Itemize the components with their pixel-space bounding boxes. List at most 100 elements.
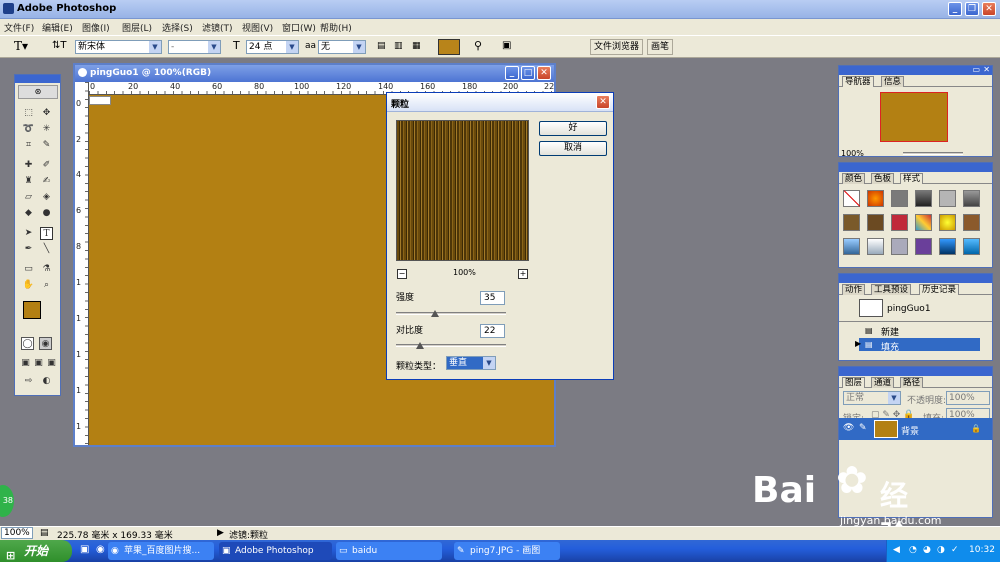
snapshot-name[interactable]: pingGuo1 bbox=[887, 304, 931, 314]
style-swatch[interactable] bbox=[867, 190, 884, 207]
standard-mode-icon[interactable]: ◯ bbox=[21, 337, 34, 350]
layer-name[interactable]: 背景 bbox=[901, 424, 919, 437]
intensity-slider[interactable] bbox=[396, 312, 506, 315]
navigator-thumbnail[interactable] bbox=[880, 92, 948, 142]
start-button[interactable]: ⊞ 开始 bbox=[0, 540, 72, 562]
menu-filter[interactable]: 滤镜(T) bbox=[202, 21, 233, 34]
path-select-icon[interactable]: ➤ bbox=[22, 227, 35, 240]
history-item-new[interactable]: 新建 bbox=[881, 325, 899, 338]
menu-file[interactable]: 文件(F) bbox=[4, 21, 34, 34]
zoom-in-icon[interactable]: + bbox=[518, 269, 528, 279]
clock[interactable]: 10:32 bbox=[969, 545, 995, 555]
style-swatch[interactable] bbox=[963, 214, 980, 231]
menu-layer[interactable]: 图层(L) bbox=[122, 21, 152, 34]
stamp-icon[interactable]: ♜ bbox=[22, 175, 35, 188]
move-icon[interactable]: ✥ bbox=[40, 107, 53, 120]
marquee-icon[interactable]: ⬚ bbox=[22, 107, 35, 120]
filter-preview[interactable] bbox=[396, 120, 529, 261]
lasso-icon[interactable]: ➰ bbox=[22, 123, 35, 136]
contrast-input[interactable]: 22 bbox=[480, 324, 505, 338]
style-swatch[interactable] bbox=[843, 214, 860, 231]
notes-icon[interactable]: ▭ bbox=[22, 263, 35, 276]
status-arrow-icon[interactable]: ▶ bbox=[217, 528, 224, 538]
task-paint[interactable]: ✎ ping7.JPG - 画图 bbox=[454, 542, 560, 560]
menu-help[interactable]: 帮助(H) bbox=[320, 21, 352, 34]
navigator-zoom[interactable]: 100% bbox=[841, 149, 864, 158]
eyedropper-icon[interactable]: ⚗ bbox=[40, 263, 53, 276]
jump-to-imageready-icon[interactable]: ⇨ bbox=[22, 375, 35, 388]
opacity-input[interactable]: 100% bbox=[946, 391, 990, 405]
imageready-icon[interactable]: ◐ bbox=[40, 375, 53, 388]
text-color-swatch[interactable] bbox=[438, 39, 460, 55]
palettes-icon[interactable]: ▣ bbox=[502, 40, 511, 51]
menu-view[interactable]: 视图(V) bbox=[242, 21, 273, 34]
style-swatch[interactable] bbox=[963, 238, 980, 255]
style-swatch[interactable] bbox=[939, 190, 956, 207]
hand-icon[interactable]: ✋ bbox=[22, 279, 35, 292]
grain-type-select[interactable]: 垂直 ▼ bbox=[446, 356, 496, 370]
menu-image[interactable]: 图像(I) bbox=[82, 21, 110, 34]
dodge-icon[interactable]: ● bbox=[40, 207, 53, 220]
close-icon[interactable]: ✕ bbox=[982, 2, 996, 16]
style-swatch-none[interactable] bbox=[843, 190, 861, 207]
quickmask-mode-icon[interactable]: ◉ bbox=[39, 337, 52, 350]
style-swatch[interactable] bbox=[843, 238, 860, 255]
font-family-select[interactable]: 新宋体 ▼ bbox=[75, 40, 162, 54]
tab-swatches[interactable]: 色板 bbox=[871, 173, 895, 184]
brushes-tab[interactable]: 画笔 bbox=[647, 39, 674, 55]
orientation-icon[interactable]: ⇅T bbox=[52, 40, 67, 51]
contrast-slider-thumb[interactable] bbox=[416, 342, 425, 349]
tray-icon[interactable]: ◑ bbox=[937, 545, 945, 555]
zoom-icon[interactable]: ⌕ bbox=[40, 279, 53, 292]
minimize-icon[interactable]: _ bbox=[948, 2, 962, 16]
task-photoshop[interactable]: ▣ Adobe Photoshop bbox=[219, 542, 332, 560]
brush-link-icon[interactable]: ✎ bbox=[859, 423, 867, 433]
doc-maximize-icon[interactable]: □ bbox=[521, 66, 535, 80]
screen-mode-2-icon[interactable]: ▣ bbox=[32, 357, 45, 370]
restore-icon[interactable]: ❐ bbox=[965, 2, 979, 16]
blur-icon[interactable]: ◆ bbox=[22, 207, 35, 220]
tray-icon[interactable]: ◔ bbox=[909, 545, 917, 555]
style-swatch[interactable] bbox=[891, 190, 908, 207]
tab-info[interactable]: 信息 bbox=[881, 76, 905, 87]
tab-history[interactable]: 历史记录 bbox=[919, 284, 960, 295]
panel-close-icon[interactable]: ✕ bbox=[983, 65, 990, 74]
style-swatch[interactable] bbox=[891, 214, 908, 231]
pen-icon[interactable]: ✒ bbox=[22, 243, 35, 256]
style-swatch[interactable] bbox=[915, 214, 932, 231]
type-icon[interactable]: T bbox=[40, 227, 53, 240]
zoom-field[interactable]: 100% bbox=[1, 527, 33, 539]
adobe-online-icon[interactable]: ⊛ bbox=[18, 85, 58, 99]
style-swatch[interactable] bbox=[867, 214, 884, 231]
font-style-select[interactable]: - ▼ bbox=[168, 40, 221, 54]
dialog-close-icon[interactable]: ✕ bbox=[596, 95, 610, 109]
style-swatch[interactable] bbox=[963, 190, 980, 207]
style-swatch[interactable] bbox=[867, 238, 884, 255]
blend-mode-select[interactable]: 正常 ▼ bbox=[843, 391, 901, 405]
align-right-icon[interactable]: ▦ bbox=[412, 41, 421, 51]
doc-close-icon[interactable]: ✕ bbox=[537, 66, 551, 80]
task-browser[interactable]: ◉ 苹果_百度图片搜... bbox=[108, 542, 214, 560]
tab-paths[interactable]: 路径 bbox=[900, 377, 924, 388]
tab-navigator[interactable]: 导航器 bbox=[842, 76, 874, 87]
tray-icon[interactable]: ◕ bbox=[923, 545, 931, 555]
tab-channels[interactable]: 通道 bbox=[871, 377, 895, 388]
align-center-icon[interactable]: ▥ bbox=[394, 41, 403, 51]
history-brush-icon[interactable]: ✍ bbox=[40, 175, 53, 188]
style-swatch[interactable] bbox=[915, 190, 932, 207]
tab-tool-presets[interactable]: 工具预设 bbox=[871, 284, 912, 295]
eraser-icon[interactable]: ▱ bbox=[22, 191, 35, 204]
history-item-fill[interactable]: 填充 bbox=[881, 340, 899, 353]
tab-color[interactable]: 颜色 bbox=[842, 173, 866, 184]
intensity-slider-thumb[interactable] bbox=[430, 310, 439, 317]
tab-styles[interactable]: 样式 bbox=[900, 173, 924, 184]
crop-icon[interactable]: ⌗ bbox=[22, 139, 35, 152]
tray-icon[interactable]: ✓ bbox=[951, 545, 959, 555]
intensity-input[interactable]: 35 bbox=[480, 291, 505, 305]
magic-wand-icon[interactable]: ✳ bbox=[40, 123, 53, 136]
eye-icon[interactable]: 👁 bbox=[843, 423, 854, 433]
style-swatch[interactable] bbox=[915, 238, 932, 255]
menu-window[interactable]: 窗口(W) bbox=[282, 21, 316, 34]
warp-text-icon[interactable]: ⚲ bbox=[474, 39, 482, 52]
tab-actions[interactable]: 动作 bbox=[842, 284, 866, 295]
